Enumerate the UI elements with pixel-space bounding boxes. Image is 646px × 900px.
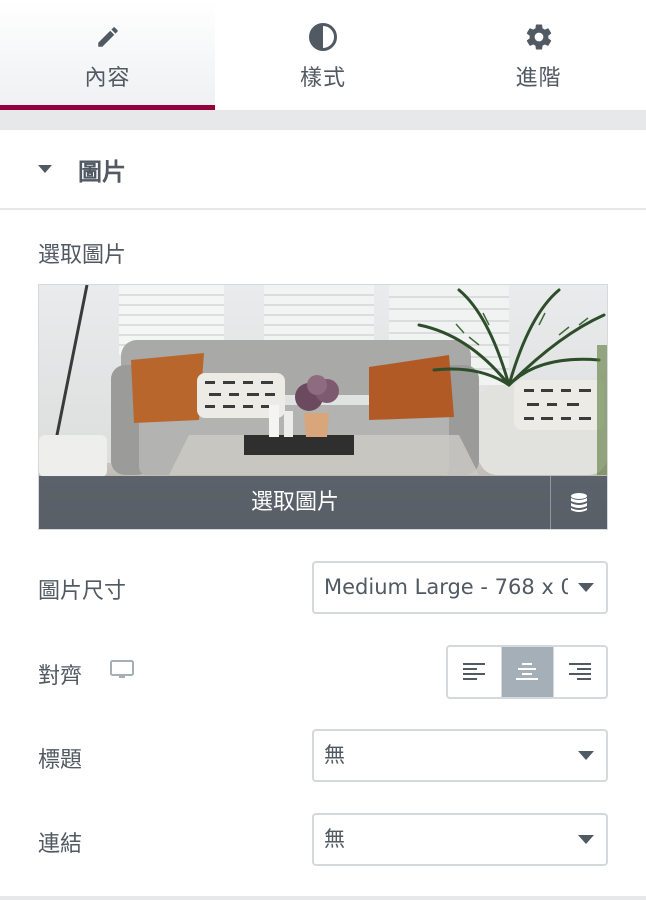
align-right-icon bbox=[569, 663, 592, 680]
align-right-button[interactable] bbox=[553, 647, 606, 697]
align-center-icon bbox=[516, 663, 539, 680]
dropdown-arrow-icon bbox=[578, 583, 594, 592]
dropdown-arrow-icon bbox=[578, 751, 594, 760]
choose-image-bar: 選取圖片 bbox=[39, 476, 607, 529]
tab-advanced[interactable]: 進階 bbox=[431, 0, 646, 110]
caption-label: 標題 bbox=[38, 748, 83, 773]
alignment-label: 對齊 bbox=[38, 664, 83, 689]
link-label: 連結 bbox=[38, 832, 83, 857]
caret-down-icon bbox=[38, 165, 52, 173]
panel-tabs: 內容 樣式 進階 bbox=[0, 0, 646, 110]
align-left-icon bbox=[463, 663, 486, 680]
image-size-value: Medium Large - 768 x 0 bbox=[324, 575, 568, 599]
gear-icon bbox=[524, 22, 554, 52]
alignment-button-group bbox=[446, 645, 608, 699]
tab-style[interactable]: 樣式 bbox=[215, 0, 431, 110]
align-left-button[interactable] bbox=[448, 647, 501, 697]
caption-select[interactable]: 無 bbox=[312, 729, 608, 782]
half-circle-icon bbox=[308, 22, 338, 52]
tab-content-label: 內容 bbox=[84, 66, 131, 91]
section-header-image[interactable]: 圖片 bbox=[0, 130, 646, 210]
tab-content[interactable]: 內容 bbox=[0, 0, 215, 110]
desktop-icon[interactable] bbox=[110, 660, 134, 684]
section-title: 圖片 bbox=[78, 158, 126, 186]
tab-style-label: 樣式 bbox=[299, 66, 346, 91]
caption-value: 無 bbox=[324, 743, 345, 767]
align-center-button[interactable] bbox=[500, 647, 554, 697]
image-size-label: 圖片尺寸 bbox=[38, 579, 127, 604]
link-select[interactable]: 無 bbox=[312, 813, 608, 866]
database-icon[interactable] bbox=[551, 476, 607, 529]
dropdown-arrow-icon bbox=[578, 835, 594, 844]
choose-image-button[interactable]: 選取圖片 bbox=[39, 476, 551, 529]
image-size-select[interactable]: Medium Large - 768 x 0 bbox=[312, 561, 608, 614]
image-picker[interactable]: 選取圖片 bbox=[38, 284, 608, 530]
pencil-icon bbox=[93, 22, 123, 52]
link-value: 無 bbox=[324, 827, 345, 851]
bottom-divider bbox=[0, 896, 646, 900]
tabs-separator bbox=[0, 110, 646, 130]
tab-advanced-label: 進階 bbox=[515, 66, 562, 91]
choose-image-label: 選取圖片 bbox=[38, 243, 127, 268]
